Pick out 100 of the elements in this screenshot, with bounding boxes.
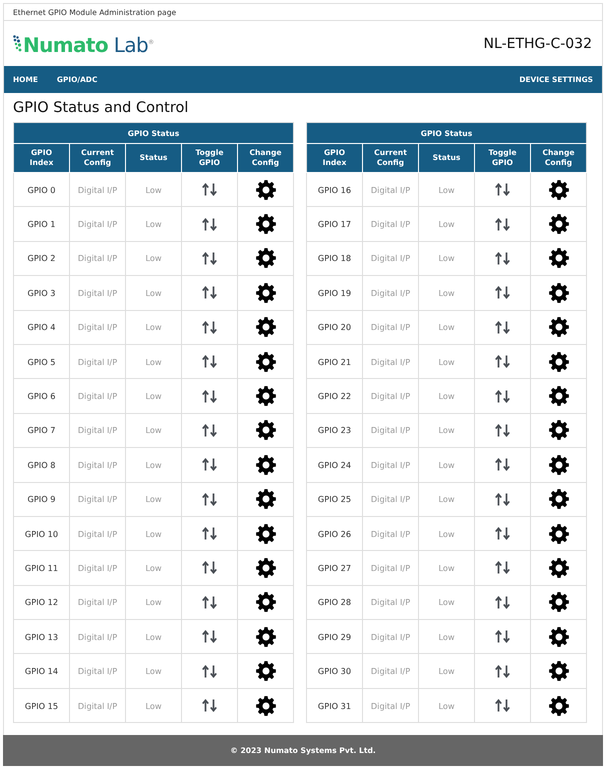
gpio-index-cell: GPIO 21 (306, 344, 362, 379)
up-down-arrows-icon[interactable] (202, 424, 217, 437)
up-down-arrows-icon[interactable] (495, 252, 510, 265)
up-down-arrows-icon[interactable] (202, 218, 217, 231)
section-heading: GPIO Status and Control (13, 100, 188, 116)
settings-icon[interactable] (256, 317, 276, 338)
up-down-arrows-icon[interactable] (495, 699, 510, 712)
settings-icon[interactable] (256, 696, 276, 716)
status-cell: Low (126, 241, 182, 276)
status-cell: Low (418, 654, 474, 688)
settings-icon[interactable] (256, 420, 276, 440)
up-down-arrows-icon[interactable] (495, 355, 510, 368)
up-down-arrows-icon[interactable] (202, 527, 217, 540)
settings-icon[interactable] (548, 420, 568, 440)
settings-icon[interactable] (548, 454, 568, 475)
status-cell: Low (418, 378, 474, 414)
gpio-index-cell: GPIO 6 (14, 378, 70, 414)
status-cell: Low (126, 276, 182, 310)
up-down-arrows-icon[interactable] (495, 390, 510, 403)
status-cell: Low (418, 276, 474, 310)
config-cell: Digital I/P (70, 448, 126, 482)
config-cell: Digital I/P (362, 344, 418, 379)
config-cell: Digital I/P (70, 585, 126, 620)
settings-icon[interactable] (548, 696, 568, 716)
status-cell: Low (126, 688, 182, 723)
logo-wordmark: Numato Lab$^{®}$ (23, 34, 154, 56)
up-down-arrows-icon[interactable] (202, 183, 217, 196)
settings-icon[interactable] (256, 214, 276, 234)
settings-icon[interactable] (548, 489, 568, 510)
gpio-index-cell: GPIO 9 (14, 482, 70, 516)
up-down-arrows-icon[interactable] (495, 561, 510, 574)
gpio-index-cell: GPIO 17 (306, 206, 362, 242)
up-down-arrows-icon[interactable] (495, 527, 510, 540)
up-down-arrows-icon[interactable] (202, 664, 217, 678)
up-down-arrows-icon[interactable] (202, 561, 217, 574)
config-cell: Digital I/P (70, 378, 126, 414)
status-cell: Low (126, 206, 182, 242)
status-cell: Low (126, 585, 182, 620)
settings-icon[interactable] (548, 592, 568, 612)
settings-icon[interactable] (256, 626, 276, 647)
config-cell: Digital I/P (70, 516, 126, 551)
settings-icon[interactable] (548, 626, 568, 647)
up-down-arrows-icon[interactable] (202, 252, 217, 265)
settings-icon[interactable] (256, 352, 276, 372)
status-cell: Low (418, 310, 474, 344)
up-down-arrows-icon[interactable] (202, 320, 217, 334)
up-down-arrows-icon[interactable] (495, 664, 510, 678)
settings-icon[interactable] (548, 248, 568, 268)
settings-icon[interactable] (256, 558, 276, 578)
up-down-arrows-icon[interactable] (495, 286, 510, 300)
up-down-arrows-icon[interactable] (495, 320, 510, 334)
config-cell: Digital I/P (362, 550, 418, 586)
up-down-arrows-icon[interactable] (202, 355, 217, 368)
gpio-index-cell: GPIO 18 (306, 241, 362, 276)
status-cell: Low (126, 516, 182, 551)
settings-icon[interactable] (256, 592, 276, 612)
status-cell: Low (126, 620, 182, 654)
settings-icon[interactable] (256, 524, 276, 544)
settings-icon[interactable] (548, 180, 568, 200)
up-down-arrows-icon[interactable] (202, 596, 217, 609)
settings-icon[interactable] (548, 661, 568, 682)
settings-icon[interactable] (256, 454, 276, 475)
config-cell: Digital I/P (70, 206, 126, 242)
config-cell: Digital I/P (70, 344, 126, 379)
settings-icon[interactable] (256, 282, 276, 303)
settings-icon[interactable] (256, 180, 276, 200)
up-down-arrows-icon[interactable] (495, 596, 510, 609)
up-down-arrows-icon[interactable] (495, 630, 510, 644)
settings-icon[interactable] (548, 214, 568, 234)
up-down-arrows-icon[interactable] (202, 390, 217, 403)
up-down-arrows-icon[interactable] (495, 424, 510, 437)
settings-icon[interactable] (548, 524, 568, 544)
settings-icon[interactable] (548, 317, 568, 338)
status-cell: Low (418, 413, 474, 448)
gpio-index-cell: GPIO 2 (14, 241, 70, 276)
up-down-arrows-icon[interactable] (202, 286, 217, 300)
config-cell: Digital I/P (70, 482, 126, 516)
up-down-arrows-icon[interactable] (202, 699, 217, 712)
up-down-arrows-icon[interactable] (495, 183, 510, 196)
settings-icon[interactable] (548, 282, 568, 303)
settings-icon[interactable] (256, 489, 276, 510)
settings-icon[interactable] (548, 352, 568, 372)
up-down-arrows-icon[interactable] (202, 630, 217, 644)
up-down-arrows-icon[interactable] (202, 492, 217, 506)
settings-icon[interactable] (256, 248, 276, 268)
settings-icon[interactable] (256, 661, 276, 682)
up-down-arrows-icon[interactable] (202, 458, 217, 472)
config-cell: Digital I/P (362, 688, 418, 723)
up-down-arrows-icon[interactable] (495, 492, 510, 506)
config-cell: Digital I/P (70, 276, 126, 310)
settings-icon[interactable] (256, 386, 276, 406)
up-down-arrows-icon[interactable] (495, 218, 510, 231)
gpio-index-cell: GPIO 4 (14, 310, 70, 344)
settings-icon[interactable] (548, 386, 568, 406)
config-cell: Digital I/P (362, 585, 418, 620)
gpio-index-cell: GPIO 14 (14, 654, 70, 688)
settings-icon[interactable] (548, 558, 568, 578)
gpio-index-cell: GPIO 0 (14, 172, 70, 207)
config-cell: Digital I/P (362, 276, 418, 310)
up-down-arrows-icon[interactable] (495, 458, 510, 472)
